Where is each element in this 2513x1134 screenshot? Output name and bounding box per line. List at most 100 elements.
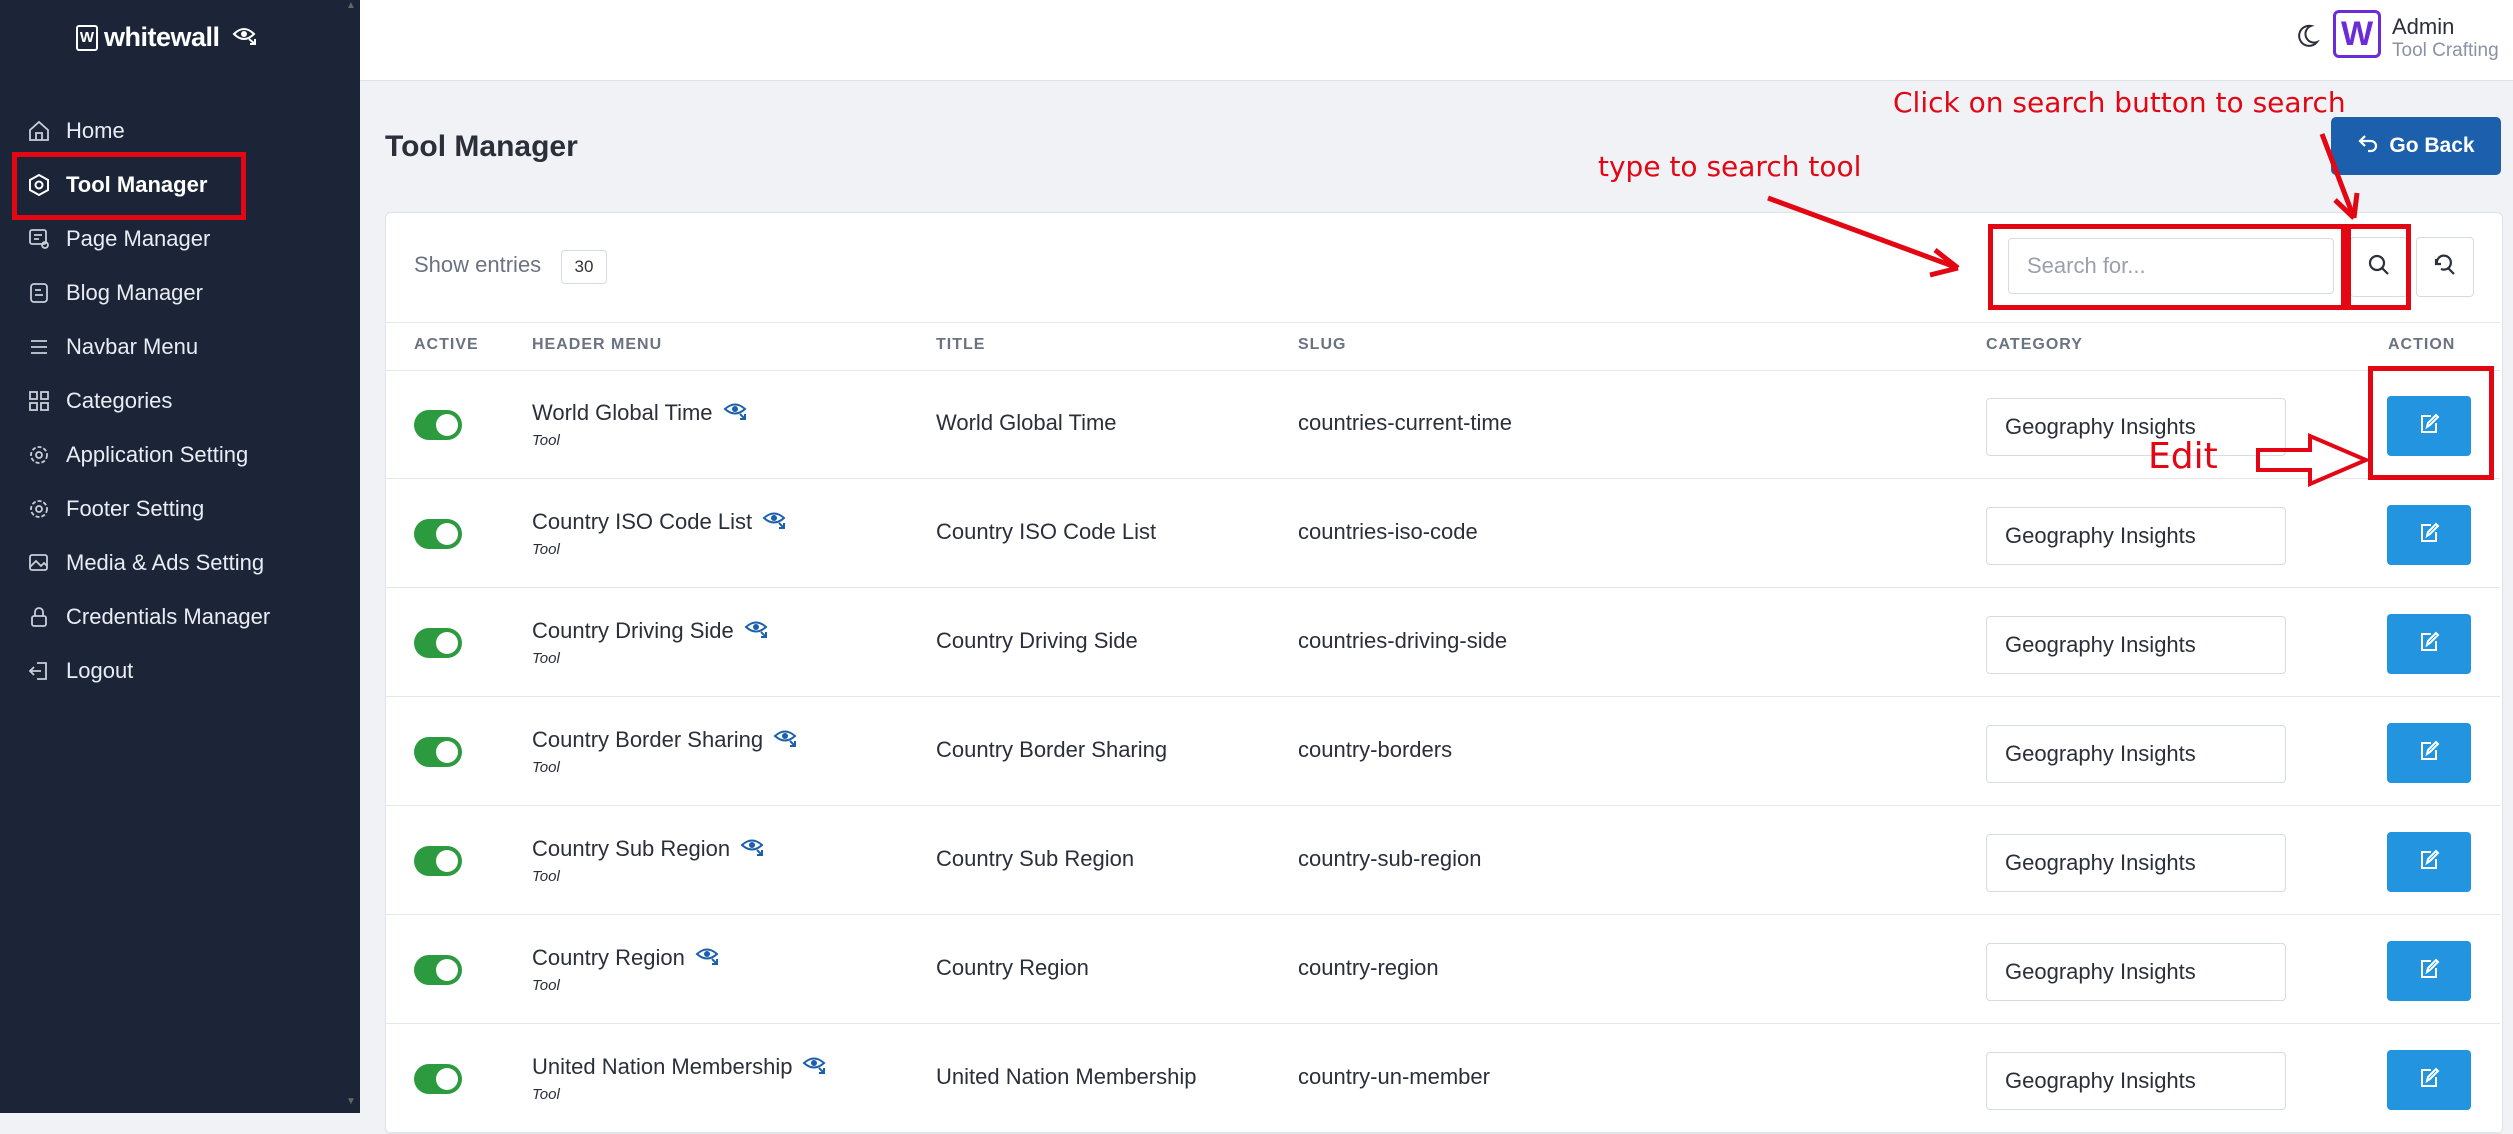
header-menu-name: Country Border Sharing bbox=[532, 727, 764, 752]
title-cell: Country ISO Code List bbox=[936, 519, 1157, 544]
sidebar-item-footer-setting[interactable]: Footer Setting bbox=[0, 482, 360, 536]
header-menu-name: Country ISO Code List bbox=[532, 509, 753, 534]
preview-eye-icon[interactable] bbox=[695, 945, 721, 971]
brand-logo[interactable]: W whitewall bbox=[76, 22, 220, 53]
title-cell: Country Driving Side bbox=[936, 628, 1138, 653]
category-select[interactable]: Geography Insights bbox=[1986, 834, 2286, 892]
brand-mark: W bbox=[76, 24, 98, 51]
preview-eye-icon[interactable] bbox=[773, 727, 799, 753]
title-cell: Country Region bbox=[936, 955, 1089, 980]
go-back-button[interactable]: Go Back bbox=[2331, 117, 2501, 175]
category-select[interactable]: Geography Insights bbox=[1986, 1052, 2286, 1110]
edit-icon bbox=[2417, 521, 2441, 550]
sidebar-item-label: Navbar Menu bbox=[66, 334, 199, 359]
active-toggle[interactable] bbox=[414, 846, 462, 876]
edit-button[interactable] bbox=[2387, 1050, 2471, 1110]
sidebar-item-page-manager[interactable]: Page Manager bbox=[0, 212, 360, 266]
preview-eye-icon[interactable] bbox=[802, 1054, 828, 1080]
edit-button[interactable] bbox=[2387, 941, 2471, 1001]
top-bar bbox=[360, 0, 2513, 81]
title-cell: Country Sub Region bbox=[936, 846, 1135, 871]
slug-cell: countries-iso-code bbox=[1298, 519, 1478, 544]
edit-button[interactable] bbox=[2387, 614, 2471, 674]
preview-eye-icon[interactable] bbox=[762, 509, 788, 535]
active-toggle[interactable] bbox=[414, 737, 462, 767]
sidebar-item-label: Footer Setting bbox=[66, 496, 205, 521]
sidebar-item-label: Logout bbox=[66, 658, 134, 683]
reset-search-button[interactable] bbox=[2416, 237, 2474, 297]
slug-cell: country-un-member bbox=[1298, 1064, 1490, 1089]
item-type: Tool bbox=[532, 977, 560, 994]
back-arrow-icon bbox=[2357, 133, 2379, 159]
scroll-down-arrow[interactable]: ▼ bbox=[346, 1096, 356, 1107]
moon-icon[interactable] bbox=[2293, 22, 2321, 55]
preview-eye-icon[interactable] bbox=[740, 836, 766, 862]
lock-icon bbox=[26, 604, 52, 630]
preview-eye-icon[interactable] bbox=[723, 400, 749, 426]
page-settings-icon bbox=[26, 226, 52, 252]
item-type: Tool bbox=[532, 1086, 560, 1103]
item-type: Tool bbox=[532, 759, 560, 776]
gear-icon bbox=[26, 442, 52, 468]
header-menu-name: Country Sub Region bbox=[532, 836, 731, 861]
active-toggle[interactable] bbox=[414, 628, 462, 658]
category-select[interactable]: Geography Insights bbox=[1986, 616, 2286, 674]
item-type: Tool bbox=[532, 650, 560, 667]
item-type: Tool bbox=[532, 432, 560, 449]
sidebar-item-categories[interactable]: Categories bbox=[0, 374, 360, 428]
image-icon bbox=[26, 550, 52, 576]
category-select[interactable]: Geography Insights bbox=[1986, 507, 2286, 565]
title-cell: World Global Time bbox=[936, 410, 1117, 435]
edit-button[interactable] bbox=[2387, 723, 2471, 783]
scroll-up-arrow[interactable]: ▲ bbox=[346, 0, 356, 11]
active-toggle[interactable] bbox=[414, 519, 462, 549]
annotation-edit-note: Edit bbox=[2148, 436, 2218, 477]
column-header-category: CATEGORY bbox=[1986, 336, 2083, 353]
category-select[interactable]: Geography Insights bbox=[1986, 943, 2286, 1001]
header-menu-name: Country Region bbox=[532, 945, 685, 970]
sidebar-item-media-ads-setting[interactable]: Media & Ads Setting bbox=[0, 536, 360, 590]
preview-eye-icon[interactable] bbox=[232, 24, 258, 51]
sidebar-item-application-setting[interactable]: Application Setting bbox=[0, 428, 360, 482]
sidebar-item-home[interactable]: Home bbox=[0, 104, 360, 158]
slug-cell: countries-driving-side bbox=[1298, 628, 1508, 653]
category-select[interactable]: Geography Insights bbox=[1986, 725, 2286, 783]
table-header bbox=[386, 322, 2500, 371]
table-row: Country Sub Region Tool Country Sub Regi… bbox=[386, 806, 2500, 915]
active-toggle[interactable] bbox=[414, 410, 462, 440]
logout-icon bbox=[26, 658, 52, 684]
annotation-tool-manager-highlight bbox=[12, 152, 246, 220]
column-header-active: ACTIVE bbox=[414, 336, 479, 353]
sidebar-item-label: Application Setting bbox=[66, 442, 249, 467]
go-back-label: Go Back bbox=[2389, 134, 2475, 157]
grid-icon bbox=[26, 388, 52, 414]
annotation-search-button-highlight bbox=[2346, 224, 2411, 310]
annotation-edit-button-highlight bbox=[2368, 366, 2494, 480]
header-menu-name: Country Driving Side bbox=[532, 618, 734, 643]
title-cell: United Nation Membership bbox=[936, 1064, 1197, 1089]
edit-icon bbox=[2417, 957, 2441, 986]
item-type: Tool bbox=[532, 868, 560, 885]
column-header-title: TITLE bbox=[936, 336, 986, 353]
blog-icon bbox=[26, 280, 52, 306]
sidebar-item-label: Page Manager bbox=[66, 226, 211, 251]
admin-name: Admin bbox=[2392, 14, 2455, 39]
refresh-search-icon bbox=[2432, 252, 2458, 283]
preview-eye-icon[interactable] bbox=[744, 618, 770, 644]
table-row: Country ISO Code List Tool Country ISO C… bbox=[386, 479, 2500, 588]
edit-button[interactable] bbox=[2387, 832, 2471, 892]
sidebar-item-credentials-manager[interactable]: Credentials Manager bbox=[0, 590, 360, 644]
sidebar-item-blog-manager[interactable]: Blog Manager bbox=[0, 266, 360, 320]
sidebar-item-navbar-menu[interactable]: Navbar Menu bbox=[0, 320, 360, 374]
category-select[interactable]: Geography Insights bbox=[1986, 398, 2286, 456]
active-toggle[interactable] bbox=[414, 955, 462, 985]
edit-button[interactable] bbox=[2387, 505, 2471, 565]
sidebar-item-label: Credentials Manager bbox=[66, 604, 271, 629]
sidebar-item-logout[interactable]: Logout bbox=[0, 644, 360, 698]
active-toggle[interactable] bbox=[414, 1064, 462, 1094]
edit-icon bbox=[2417, 848, 2441, 877]
entries-per-page-select[interactable]: 30 bbox=[561, 250, 607, 284]
edit-icon bbox=[2417, 630, 2441, 659]
column-header-slug: SLUG bbox=[1298, 336, 1347, 353]
avatar[interactable]: W bbox=[2333, 10, 2381, 58]
